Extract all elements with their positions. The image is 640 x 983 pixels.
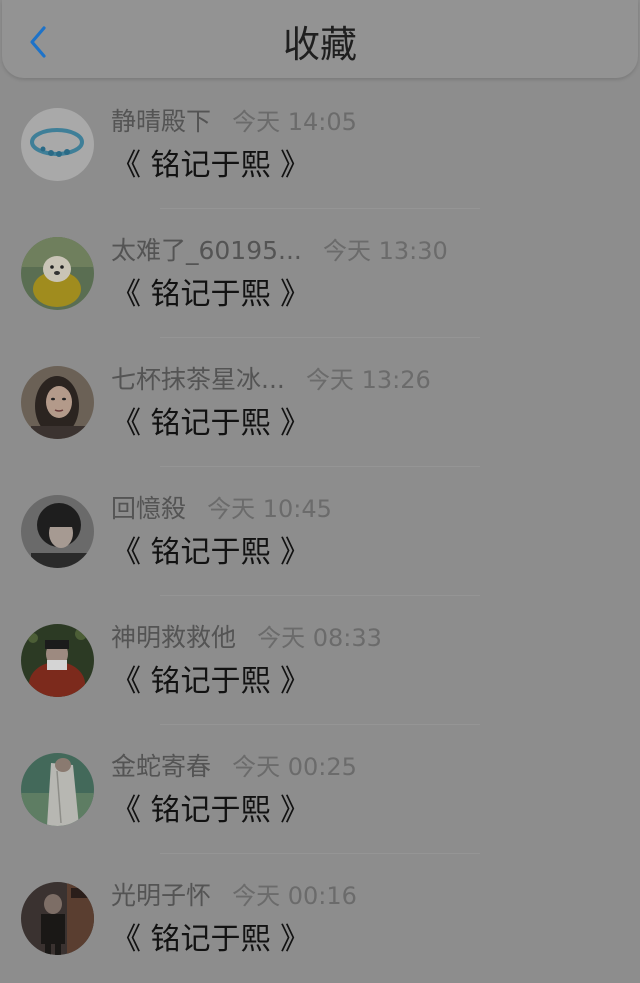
user-name[interactable]: 七杯抹茶星冰... [111,364,285,396]
item-content[interactable]: 《 铭记于熙 》 [111,920,310,960]
avatar[interactable] [21,882,94,955]
item-meta: 回憶殺 今天 10:45 [111,493,332,525]
list-item[interactable]: 七杯抹茶星冰... 今天 13:26 《 铭记于熙 》 [0,338,640,467]
avatar[interactable] [21,495,94,568]
list-item[interactable]: 金蛇寄春 今天 00:25 《 铭记于熙 》 [0,725,640,854]
item-meta: 神明救救他 今天 08:33 [111,622,382,654]
timestamp: 今天 13:26 [305,366,431,394]
item-content[interactable]: 《 铭记于熙 》 [111,404,310,444]
item-content[interactable]: 《 铭记于熙 》 [111,662,310,702]
list-item[interactable]: 太难了_60195... 今天 13:30 《 铭记于熙 》 [0,209,640,338]
avatar[interactable] [21,237,94,310]
avatar[interactable] [21,108,94,181]
item-meta: 静晴殿下 今天 14:05 [111,106,357,138]
avatar[interactable] [21,624,94,697]
item-content[interactable]: 《 铭记于熙 》 [111,533,310,573]
puppy-avatar-icon [21,237,94,310]
woman-portrait-avatar-icon [21,366,94,439]
item-meta: 光明子怀 今天 00:16 [111,880,357,912]
user-name[interactable]: 光明子怀 [111,880,211,912]
timestamp: 今天 14:05 [232,108,357,136]
bracelet-avatar-icon [21,108,94,181]
item-content[interactable]: 《 铭记于熙 》 [111,791,310,831]
user-name[interactable]: 太难了_60195... [111,235,302,267]
list-item[interactable]: 静晴殿下 今天 14:05 《 铭记于熙 》 [0,80,640,209]
timestamp: 今天 13:30 [322,237,448,265]
timestamp: 今天 00:16 [232,882,357,910]
item-meta: 金蛇寄春 今天 00:25 [111,751,357,783]
item-meta: 七杯抹茶星冰... 今天 13:26 [111,364,431,396]
user-name[interactable]: 静晴殿下 [111,106,211,138]
timestamp: 今天 00:25 [232,753,357,781]
timestamp: 今天 08:33 [257,624,382,652]
user-name[interactable]: 神明救救他 [111,622,236,654]
person-green-avatar-icon [21,753,94,826]
avatar[interactable] [21,366,94,439]
item-content[interactable]: 《 铭记于熙 》 [111,275,310,315]
user-name[interactable]: 金蛇寄春 [111,751,211,783]
page-title: 收藏 [283,23,357,66]
avatar[interactable] [21,753,94,826]
person-dark-avatar-icon [21,882,94,955]
top-bar: 收藏 [2,0,638,78]
person-portrait-avatar-icon [21,495,94,568]
list-item[interactable]: 神明救救他 今天 08:33 《 铭记于熙 》 [0,596,640,725]
item-content[interactable]: 《 铭记于熙 》 [111,146,310,186]
user-name[interactable]: 回憶殺 [111,493,186,525]
timestamp: 今天 10:45 [207,495,332,523]
person-red-avatar-icon [21,624,94,697]
list-item[interactable]: 光明子怀 今天 00:16 《 铭记于熙 》 [0,854,640,983]
list-item[interactable]: 回憶殺 今天 10:45 《 铭记于熙 》 [0,467,640,596]
item-meta: 太难了_60195... 今天 13:30 [111,235,448,267]
